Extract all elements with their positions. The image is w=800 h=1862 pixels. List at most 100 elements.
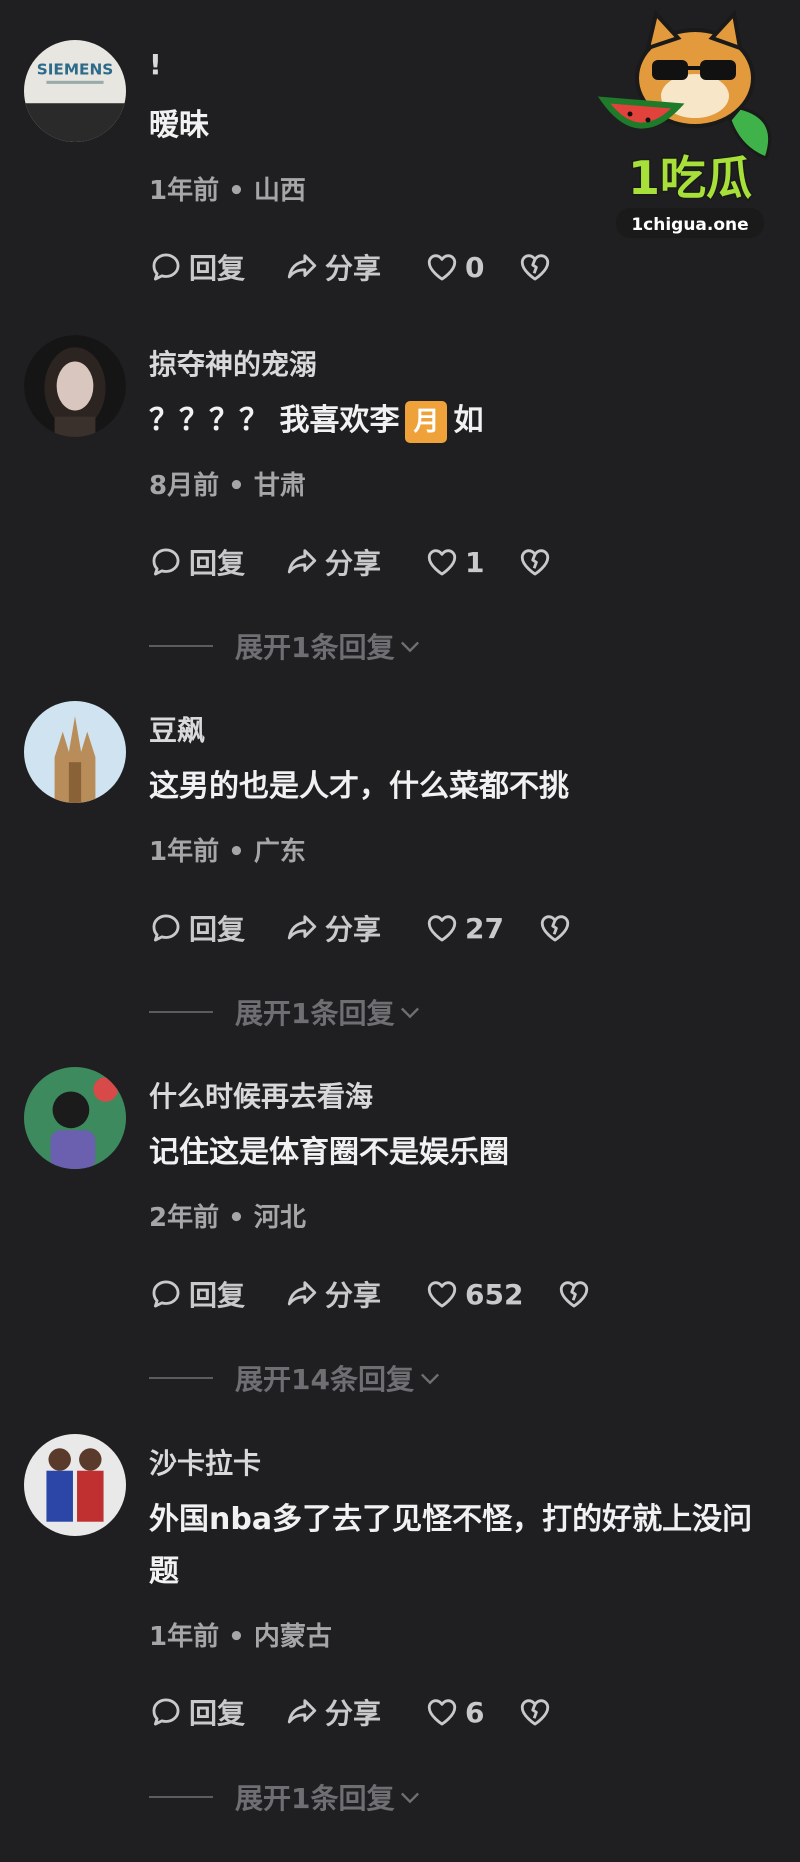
expand-replies-label: 展开1条回复 [235, 1782, 395, 1815]
share-label: 分享 [325, 913, 382, 946]
chevron-down-icon [401, 1792, 420, 1804]
reply-label: 回复 [189, 1697, 246, 1730]
avatar-logo-text: SIEMENS [37, 61, 114, 79]
reply-button[interactable]: 回复 [149, 908, 285, 948]
reply-label: 回复 [189, 913, 246, 946]
like-button[interactable]: 27 [425, 911, 504, 945]
comment-meta: 1年前 • 内蒙古 [149, 1622, 332, 1652]
comment-actions: 回复 分享 27 [149, 908, 578, 948]
reply-button[interactable]: 回复 [149, 247, 285, 287]
username[interactable]: ! [149, 48, 162, 81]
expand-replies-label: 展开1条回复 [235, 997, 395, 1030]
like-button[interactable]: 0 [425, 250, 484, 284]
heart-icon [427, 915, 457, 942]
broken-heart-icon [560, 1281, 589, 1308]
broken-heart-icon [540, 915, 570, 942]
comment-actions: 回复 分享 652 [149, 1274, 597, 1314]
share-label: 分享 [325, 1697, 382, 1730]
reply-button[interactable]: 回复 [149, 542, 285, 582]
share-button[interactable]: 分享 [285, 1274, 425, 1314]
expand-replies-label: 展开14条回复 [235, 1363, 414, 1396]
watermark-logo: 1吃瓜 1chigua.one [590, 8, 790, 248]
share-icon [287, 1281, 317, 1306]
comment-text-part: ？？？？ 我喜欢李 [149, 403, 400, 438]
username[interactable]: 掠夺神的宠溺 [149, 343, 317, 383]
share-button[interactable]: 分享 [285, 542, 425, 582]
share-label: 分享 [325, 252, 382, 285]
like-count: 1 [465, 545, 485, 579]
username[interactable]: 豆飙 [149, 709, 205, 749]
avatar[interactable] [24, 335, 126, 437]
chevron-down-icon [401, 1007, 420, 1019]
comment-icon [152, 548, 180, 576]
divider [149, 645, 213, 647]
username[interactable]: 什么时候再去看海 [149, 1075, 373, 1115]
comment-actions: 回复 分享 0 [149, 247, 558, 287]
like-count: 27 [465, 911, 504, 945]
reply-label: 回复 [189, 252, 246, 285]
comment-text: 外国nba多了去了见怪不怪，打的好就上没问题 [149, 1502, 753, 1589]
dislike-button[interactable] [518, 250, 558, 284]
expand-replies-button[interactable]: 展开1条回复 [149, 992, 424, 1032]
share-icon [287, 549, 317, 574]
heart-icon [427, 1281, 457, 1308]
expand-replies-label: 展开1条回复 [235, 631, 395, 664]
moon-emoji-badge: 月 [405, 400, 448, 443]
broken-heart-icon [521, 254, 550, 281]
like-button[interactable]: 1 [425, 545, 484, 579]
like-button[interactable]: 652 [425, 1277, 523, 1311]
share-icon [287, 915, 317, 940]
like-count: 6 [465, 1695, 485, 1729]
reply-button[interactable]: 回复 [149, 1692, 285, 1732]
comment-icon [152, 914, 180, 942]
share-button[interactable]: 分享 [285, 1692, 425, 1732]
like-count: 0 [465, 250, 485, 284]
like-button[interactable]: 6 [425, 1695, 484, 1729]
comment-icon [152, 253, 180, 281]
reply-label: 回复 [189, 547, 246, 580]
dislike-button[interactable] [538, 911, 578, 945]
broken-heart-icon [521, 1699, 550, 1726]
divider [149, 1011, 213, 1013]
share-label: 分享 [325, 547, 382, 580]
reply-button[interactable]: 回复 [149, 1274, 285, 1314]
like-count: 652 [465, 1277, 524, 1311]
username[interactable]: 沙卡拉卡 [149, 1442, 261, 1482]
share-button[interactable]: 分享 [285, 908, 425, 948]
comment-icon [152, 1280, 180, 1308]
share-button[interactable]: 分享 [285, 247, 425, 287]
broken-heart-icon [521, 549, 550, 576]
avatar[interactable] [24, 701, 126, 803]
expand-replies-button[interactable]: 展开1条回复 [149, 626, 424, 666]
chevron-down-icon [401, 641, 420, 653]
heart-icon [427, 254, 457, 281]
heart-icon [427, 549, 457, 576]
expand-replies-button[interactable]: 展开1条回复 [149, 1777, 424, 1817]
comment-actions: 回复 分享 6 [149, 1692, 558, 1732]
comment-text: ？？？？ 我喜欢李月如 [149, 395, 779, 447]
avatar[interactable] [24, 1067, 126, 1169]
chevron-down-icon [420, 1373, 439, 1385]
dislike-button[interactable] [518, 545, 558, 579]
comment-icon [152, 1698, 180, 1726]
comment-text-part: 如 [453, 403, 484, 438]
heart-icon [427, 1699, 457, 1726]
comment-text: 这男的也是人才，什么菜都不挑 [149, 769, 569, 804]
expand-replies-button[interactable]: 展开14条回复 [149, 1358, 444, 1398]
dislike-button[interactable] [557, 1277, 597, 1311]
comment-text: 记住这是体育圈不是娱乐圈 [149, 1135, 509, 1170]
reply-label: 回复 [189, 1279, 246, 1312]
avatar[interactable]: SIEMENS [24, 40, 126, 142]
watermark-url: 1chigua.one [631, 215, 748, 235]
comment-meta: 1年前 • 山西 [149, 176, 306, 206]
avatar[interactable] [24, 1434, 126, 1536]
share-icon [287, 1699, 317, 1724]
watermark-brand: 1吃瓜 [628, 151, 752, 205]
comment-meta: 2年前 • 河北 [149, 1203, 306, 1233]
dislike-button[interactable] [518, 1695, 558, 1729]
comment-meta: 1年前 • 广东 [149, 837, 306, 867]
divider [149, 1377, 213, 1379]
comment-meta: 8月前 • 甘肃 [149, 471, 306, 501]
share-icon [287, 254, 317, 279]
comment-actions: 回复 分享 1 [149, 542, 558, 582]
